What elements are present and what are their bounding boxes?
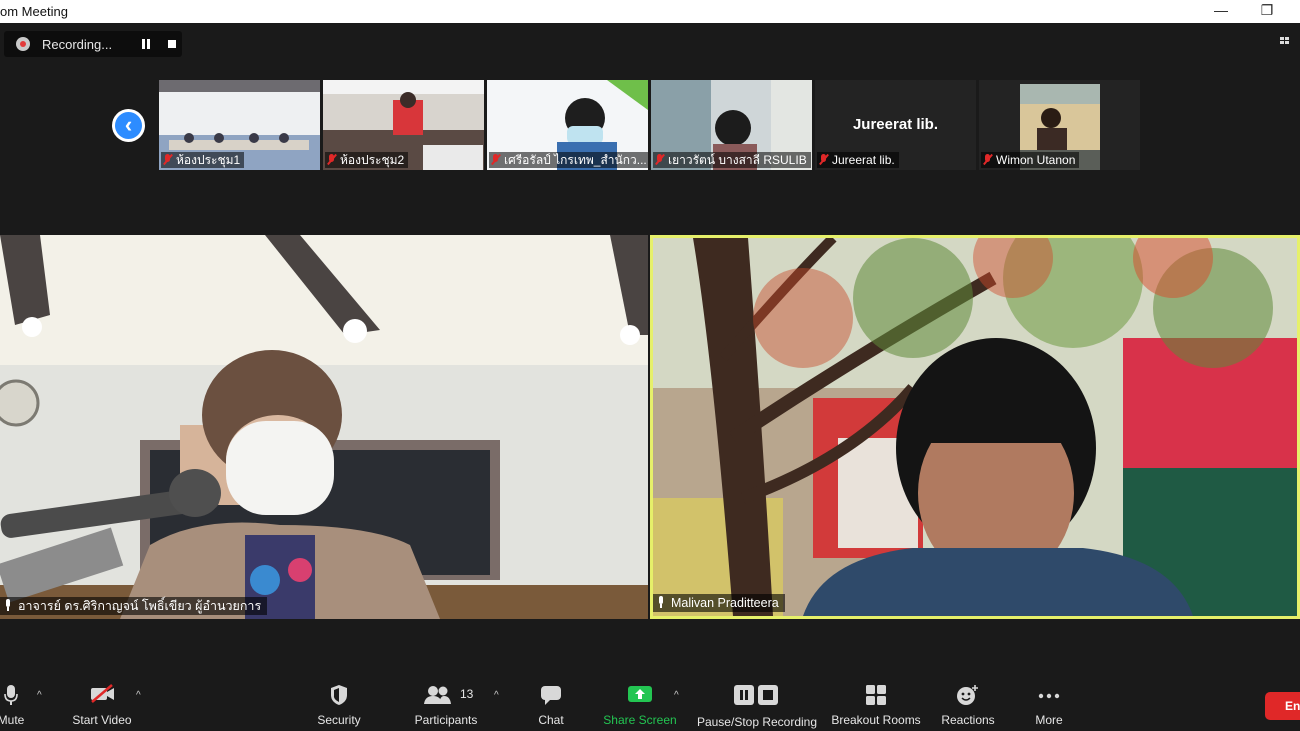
muted-mic-icon — [163, 154, 172, 165]
chevron-left-icon: ‹ — [115, 112, 142, 139]
participant-display-name: Jureerat lib. — [852, 116, 939, 133]
participant-name: ห้องประชุม2 — [325, 152, 409, 168]
pause-stop-recording-button[interactable]: Pause/Stop Recording — [696, 676, 818, 731]
more-ellipsis-icon — [1038, 693, 1060, 699]
security-label: Security — [317, 713, 361, 727]
share-screen-icon — [628, 686, 652, 702]
share-screen-label: Share Screen — [603, 713, 677, 727]
participant-thumbnail[interactable]: เศรีอรัลป์ ไกรเทพ_สำนักว... — [487, 80, 648, 170]
shield-icon — [331, 685, 347, 705]
video-off-icon — [91, 684, 114, 703]
share-options-chevron-up-icon[interactable]: ^ — [674, 690, 684, 701]
video-feed-conference-room — [0, 235, 648, 619]
start-video-button[interactable]: Start Video — [66, 676, 138, 731]
mute-button[interactable]: Mute — [0, 676, 36, 731]
muted-mic-icon — [819, 154, 828, 165]
previous-page-button[interactable]: ‹ — [112, 109, 145, 142]
muted-mic-icon — [655, 154, 664, 165]
participant-name: Jureerat lib. — [817, 152, 899, 168]
mute-label: Mute — [0, 713, 25, 727]
breakout-rooms-icon — [866, 685, 886, 705]
muted-mic-icon — [327, 154, 336, 165]
minimize-button[interactable]: — — [1211, 2, 1231, 18]
video-tile-host[interactable]: อาจารย์ ดร.ศิริกาญจน์ โพธิ์เขียว ผู้อำนว… — [0, 235, 648, 619]
grid-view-icon — [1280, 37, 1289, 44]
end-meeting-button[interactable]: End — [1265, 692, 1300, 720]
restore-button[interactable]: ❐ — [1257, 2, 1277, 19]
mic-icon — [4, 599, 12, 611]
audio-options-chevron-up-icon[interactable]: ^ — [37, 690, 47, 701]
participant-name: อาจารย์ ดร.ศิริกาญจน์ โพธิ์เขียว ผู้อำนว… — [0, 597, 268, 615]
chat-label: Chat — [538, 713, 564, 727]
pause-stop-recording-icon — [734, 685, 778, 705]
microphone-icon — [4, 685, 18, 705]
recording-dot-icon — [16, 37, 30, 51]
participant-name: Wimon Utanon — [981, 152, 1080, 168]
view-layout-button[interactable] — [1278, 33, 1300, 53]
reactions-label: Reactions — [941, 713, 995, 727]
mic-icon — [657, 596, 665, 608]
participants-options-chevron-up-icon[interactable]: ^ — [494, 690, 504, 701]
participant-name: เศรีอรัลป์ ไกรเทพ_สำนักว... — [489, 152, 648, 168]
video-options-chevron-up-icon[interactable]: ^ — [136, 690, 146, 701]
window-title: om Meeting — [0, 4, 68, 19]
meeting-toolbar: Mute ^ Start Video ^ Security 13 Partici… — [0, 676, 1300, 731]
security-button[interactable]: Security — [309, 676, 369, 731]
breakout-rooms-button[interactable]: Breakout Rooms — [830, 676, 922, 731]
participants-icon — [424, 686, 451, 704]
participant-thumbnail[interactable]: Jureerat lib. Jureerat lib. — [815, 80, 976, 170]
breakout-rooms-label: Breakout Rooms — [831, 713, 921, 727]
pause-stop-recording-label: Pause/Stop Recording — [696, 715, 818, 729]
muted-mic-icon — [491, 154, 500, 165]
chat-button[interactable]: Chat — [526, 676, 576, 731]
reactions-button[interactable]: Reactions — [936, 676, 1000, 731]
muted-mic-icon — [983, 154, 992, 165]
recording-label: Recording... — [42, 37, 113, 52]
pause-recording-icon[interactable] — [141, 39, 151, 49]
chat-bubble-icon — [541, 686, 561, 705]
participants-count: 13 — [460, 687, 474, 701]
share-screen-button[interactable]: Share Screen — [601, 676, 679, 731]
participant-thumbnail[interactable]: เยาวรัตน์ บางสาลี RSULIB — [651, 80, 812, 170]
more-button[interactable]: More — [1024, 676, 1074, 731]
window-titlebar: om Meeting — ❐ — [0, 0, 1300, 23]
participant-name: ห้องประชุม1 — [161, 152, 245, 168]
participant-thumbnail[interactable]: Wimon Utanon — [979, 80, 1140, 170]
stop-recording-icon[interactable] — [168, 40, 176, 48]
participant-thumbnail[interactable]: ห้องประชุม1 — [159, 80, 320, 170]
more-label: More — [1035, 713, 1063, 727]
video-feed-outdoor-background — [653, 238, 1297, 616]
participant-name: เยาวรัตน์ บางสาลี RSULIB — [653, 152, 811, 168]
participants-button[interactable]: 13 Participants — [410, 676, 482, 731]
participant-thumbnail[interactable]: ห้องประชุม2 — [323, 80, 484, 170]
video-tile-active-speaker[interactable]: Malivan Praditteera — [650, 235, 1300, 619]
recording-indicator: Recording... — [4, 31, 182, 57]
participant-name: Malivan Praditteera — [653, 594, 785, 612]
start-video-label: Start Video — [72, 713, 132, 727]
participants-label: Participants — [414, 713, 478, 727]
reactions-smiley-icon — [957, 685, 978, 705]
